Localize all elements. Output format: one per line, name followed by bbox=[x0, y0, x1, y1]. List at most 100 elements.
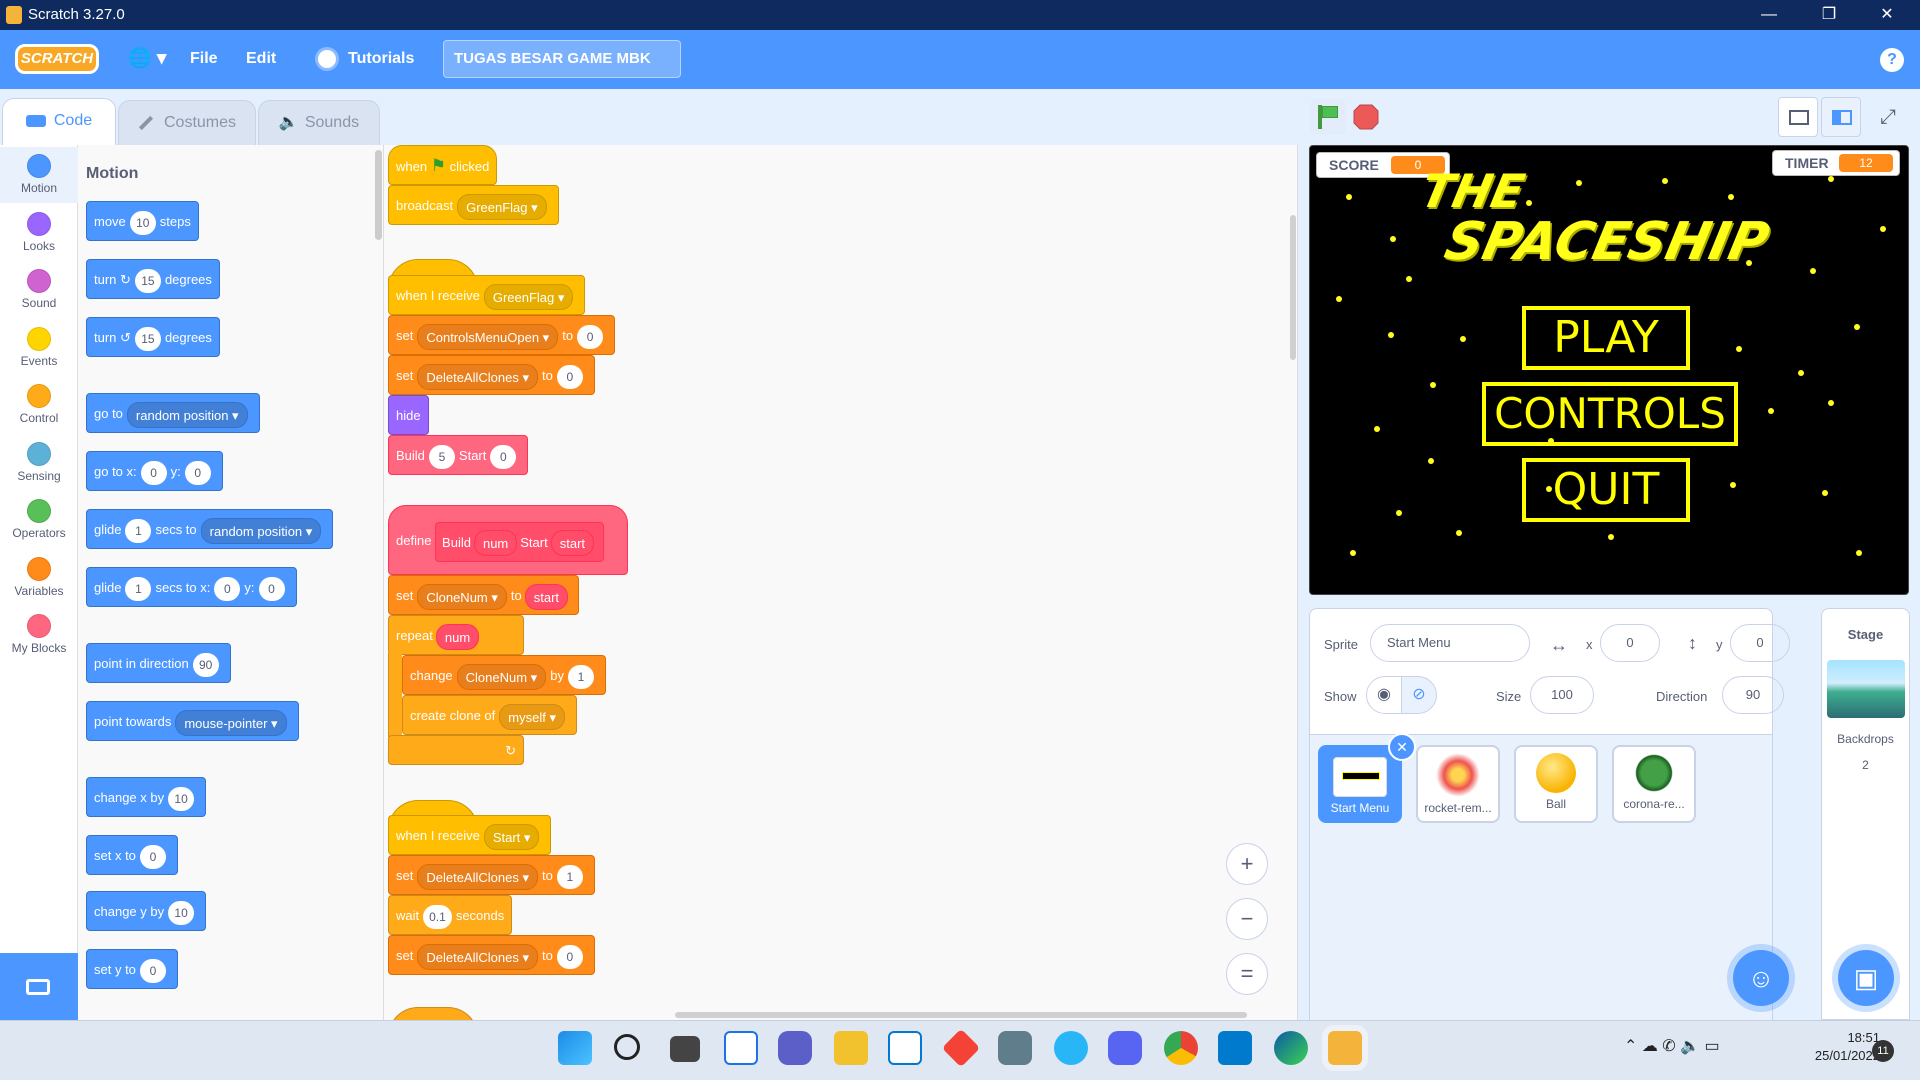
show-hidden-eye-icon[interactable]: ⊘ bbox=[1401, 676, 1437, 714]
project-title-input[interactable]: TUGAS BESAR GAME MBK bbox=[443, 40, 681, 78]
sprite-name-input[interactable]: Start Menu bbox=[1370, 624, 1530, 662]
clock[interactable]: 18:51 25/01/2022 bbox=[1808, 1030, 1880, 1063]
block-define-build[interactable]: define Build num Start start bbox=[388, 505, 628, 575]
block-when-receive-start[interactable]: when I receive Start ▾ bbox=[388, 815, 552, 855]
quit-button[interactable]: QUIT bbox=[1522, 458, 1690, 522]
delete-sprite-icon[interactable]: ✕ bbox=[1388, 733, 1416, 761]
category-operators[interactable]: Operators bbox=[0, 492, 78, 548]
language-globe-icon[interactable]: 🌐 ▾ bbox=[128, 46, 166, 70]
tab-costumes[interactable]: Costumes bbox=[118, 100, 256, 146]
add-sprite-icon[interactable]: ☺ bbox=[1733, 950, 1789, 1006]
category-sensing[interactable]: Sensing bbox=[0, 435, 78, 491]
edge-icon[interactable] bbox=[1274, 1031, 1308, 1065]
category-control[interactable]: Control bbox=[0, 377, 78, 433]
edit-menu[interactable]: Edit bbox=[246, 50, 276, 68]
zoom-reset-button[interactable]: = bbox=[1226, 953, 1268, 995]
block-glide[interactable]: glide 1 secs to random position ▾ bbox=[86, 509, 334, 549]
block-build-call[interactable]: Build 5 Start 0 bbox=[388, 435, 529, 475]
fullscreen-icon[interactable]: ⤢ bbox=[1868, 97, 1908, 137]
file-explorer-icon[interactable] bbox=[834, 1031, 868, 1065]
add-backdrop-icon[interactable]: ▣ bbox=[1838, 950, 1894, 1006]
category-events[interactable]: Events bbox=[0, 320, 78, 376]
add-extension-button[interactable] bbox=[0, 953, 78, 1020]
sprite-tile-ball[interactable]: Ball bbox=[1514, 745, 1598, 823]
stage-canvas[interactable]: SCORE 0 TIMER 12 THE SPACESHIP PLAY CONTRO… bbox=[1309, 145, 1909, 595]
block-repeat[interactable]: repeat num bbox=[388, 615, 524, 655]
camera-icon[interactable] bbox=[998, 1031, 1032, 1065]
y-input[interactable]: 0 bbox=[1730, 624, 1790, 662]
scratch-logo[interactable]: SCRATCH bbox=[15, 44, 99, 74]
category-looks[interactable]: Looks bbox=[0, 205, 78, 261]
direction-input[interactable]: 90 bbox=[1722, 676, 1784, 714]
category-variables[interactable]: Variables bbox=[0, 550, 78, 606]
category-motion[interactable]: Motion bbox=[0, 147, 78, 203]
script-scrollbar-vertical[interactable] bbox=[1290, 215, 1296, 360]
normal-stage-button[interactable] bbox=[1821, 97, 1861, 137]
sprite-tile-rocket[interactable]: rocket-rem... bbox=[1416, 745, 1500, 823]
block-hide[interactable]: hide bbox=[388, 395, 429, 435]
play-button[interactable]: PLAY bbox=[1522, 306, 1690, 370]
block-point-direction[interactable]: point in direction 90 bbox=[86, 643, 231, 683]
zoom-out-button[interactable]: − bbox=[1226, 898, 1268, 940]
x-input[interactable]: 0 bbox=[1600, 624, 1660, 662]
script-scrollbar-horizontal[interactable] bbox=[675, 1012, 1247, 1018]
controls-button[interactable]: CONTROLS bbox=[1482, 382, 1738, 446]
maximize-button[interactable]: ❐ bbox=[1806, 0, 1852, 30]
sprite-tile-start-menu[interactable]: Start Menu ✕ bbox=[1318, 733, 1416, 823]
stop-button[interactable] bbox=[1352, 103, 1380, 131]
discord-icon[interactable] bbox=[1108, 1031, 1142, 1065]
tutorials-button[interactable]: Tutorials bbox=[348, 50, 414, 68]
block-broadcast[interactable]: broadcast GreenFlag ▾ bbox=[388, 185, 559, 225]
minimize-button[interactable]: — bbox=[1746, 0, 1792, 30]
block-change-y[interactable]: change y by 10 bbox=[86, 891, 207, 931]
block-point-towards[interactable]: point towards mouse-pointer ▾ bbox=[86, 701, 299, 741]
search-icon[interactable] bbox=[614, 1034, 640, 1060]
block-wait[interactable]: wait 0.1 seconds bbox=[388, 895, 513, 935]
green-flag-button[interactable] bbox=[1310, 99, 1346, 135]
category-sound[interactable]: Sound bbox=[0, 262, 78, 318]
chat-icon[interactable] bbox=[778, 1031, 812, 1065]
scratch-taskbar-icon[interactable] bbox=[1328, 1031, 1362, 1065]
block-set-deleteallclones[interactable]: set DeleteAllClones ▾ to 0 bbox=[388, 355, 595, 395]
tab-sounds[interactable]: 🔈 Sounds bbox=[258, 100, 380, 146]
show-visible-eye-icon[interactable]: ◉ bbox=[1366, 676, 1402, 714]
start-menu-icon[interactable] bbox=[558, 1031, 592, 1065]
zoom-in-button[interactable]: + bbox=[1226, 843, 1268, 885]
small-stage-button[interactable] bbox=[1778, 97, 1818, 137]
vscode-icon[interactable] bbox=[1218, 1031, 1252, 1065]
notification-badge[interactable]: 11 bbox=[1872, 1040, 1894, 1062]
tray-icons[interactable]: ⌃ ☁ ✆ 🔈 ▭ bbox=[1624, 1036, 1720, 1056]
store-icon[interactable] bbox=[888, 1031, 922, 1065]
block-change-x[interactable]: change x by 10 bbox=[86, 777, 207, 817]
block-when-receive-greenflag[interactable]: when I receive GreenFlag ▾ bbox=[388, 275, 586, 315]
block-change-clonenum[interactable]: change CloneNum ▾ by 1 bbox=[402, 655, 606, 695]
game-title-line1: THE bbox=[1416, 164, 1530, 218]
block-turn-left[interactable]: turn ↺ 15 degrees bbox=[86, 317, 220, 357]
block-go-to[interactable]: go to random position ▾ bbox=[86, 393, 260, 433]
size-input[interactable]: 100 bbox=[1530, 676, 1594, 714]
category-my-blocks[interactable]: My Blocks bbox=[0, 607, 78, 663]
block-set-deleteallclones-0[interactable]: set DeleteAllClones ▾ to 0 bbox=[388, 935, 595, 975]
file-menu[interactable]: File bbox=[190, 50, 218, 68]
block-set-clonenum[interactable]: set CloneNum ▾ to start bbox=[388, 575, 580, 615]
block-set-x[interactable]: set x to 0 bbox=[86, 835, 178, 875]
block-set-controlsmenuopen[interactable]: set ControlsMenuOpen ▾ to 0 bbox=[388, 315, 616, 355]
task-view-icon[interactable] bbox=[670, 1036, 700, 1062]
script-area[interactable]: when ⚑ clicked broadcast GreenFlag ▾ when… bbox=[384, 145, 1298, 1020]
block-turn-right[interactable]: turn ↻ 15 degrees bbox=[86, 259, 220, 299]
block-move[interactable]: move 10 steps bbox=[86, 201, 199, 241]
block-go-to-xy[interactable]: go to x: 0 y: 0 bbox=[86, 451, 223, 491]
close-button[interactable]: ✕ bbox=[1864, 0, 1910, 30]
widgets-icon[interactable] bbox=[724, 1031, 758, 1065]
tab-code[interactable]: Code bbox=[2, 98, 116, 146]
block-set-y[interactable]: set y to 0 bbox=[86, 949, 178, 989]
sprite-tile-corona[interactable]: corona-re... bbox=[1612, 745, 1696, 823]
block-create-clone[interactable]: create clone of myself ▾ bbox=[402, 695, 577, 735]
block-glide-xy[interactable]: glide 1 secs to x: 0 y: 0 bbox=[86, 567, 297, 607]
palette-scrollbar[interactable] bbox=[375, 150, 382, 240]
help-icon[interactable]: ? bbox=[1880, 48, 1904, 72]
help-app-icon[interactable] bbox=[1054, 1031, 1088, 1065]
chrome-icon[interactable] bbox=[1164, 1031, 1198, 1065]
block-set-deleteallclones-1[interactable]: set DeleteAllClones ▾ to 1 bbox=[388, 855, 595, 895]
block-when-flag-clicked[interactable]: when ⚑ clicked bbox=[388, 145, 498, 185]
